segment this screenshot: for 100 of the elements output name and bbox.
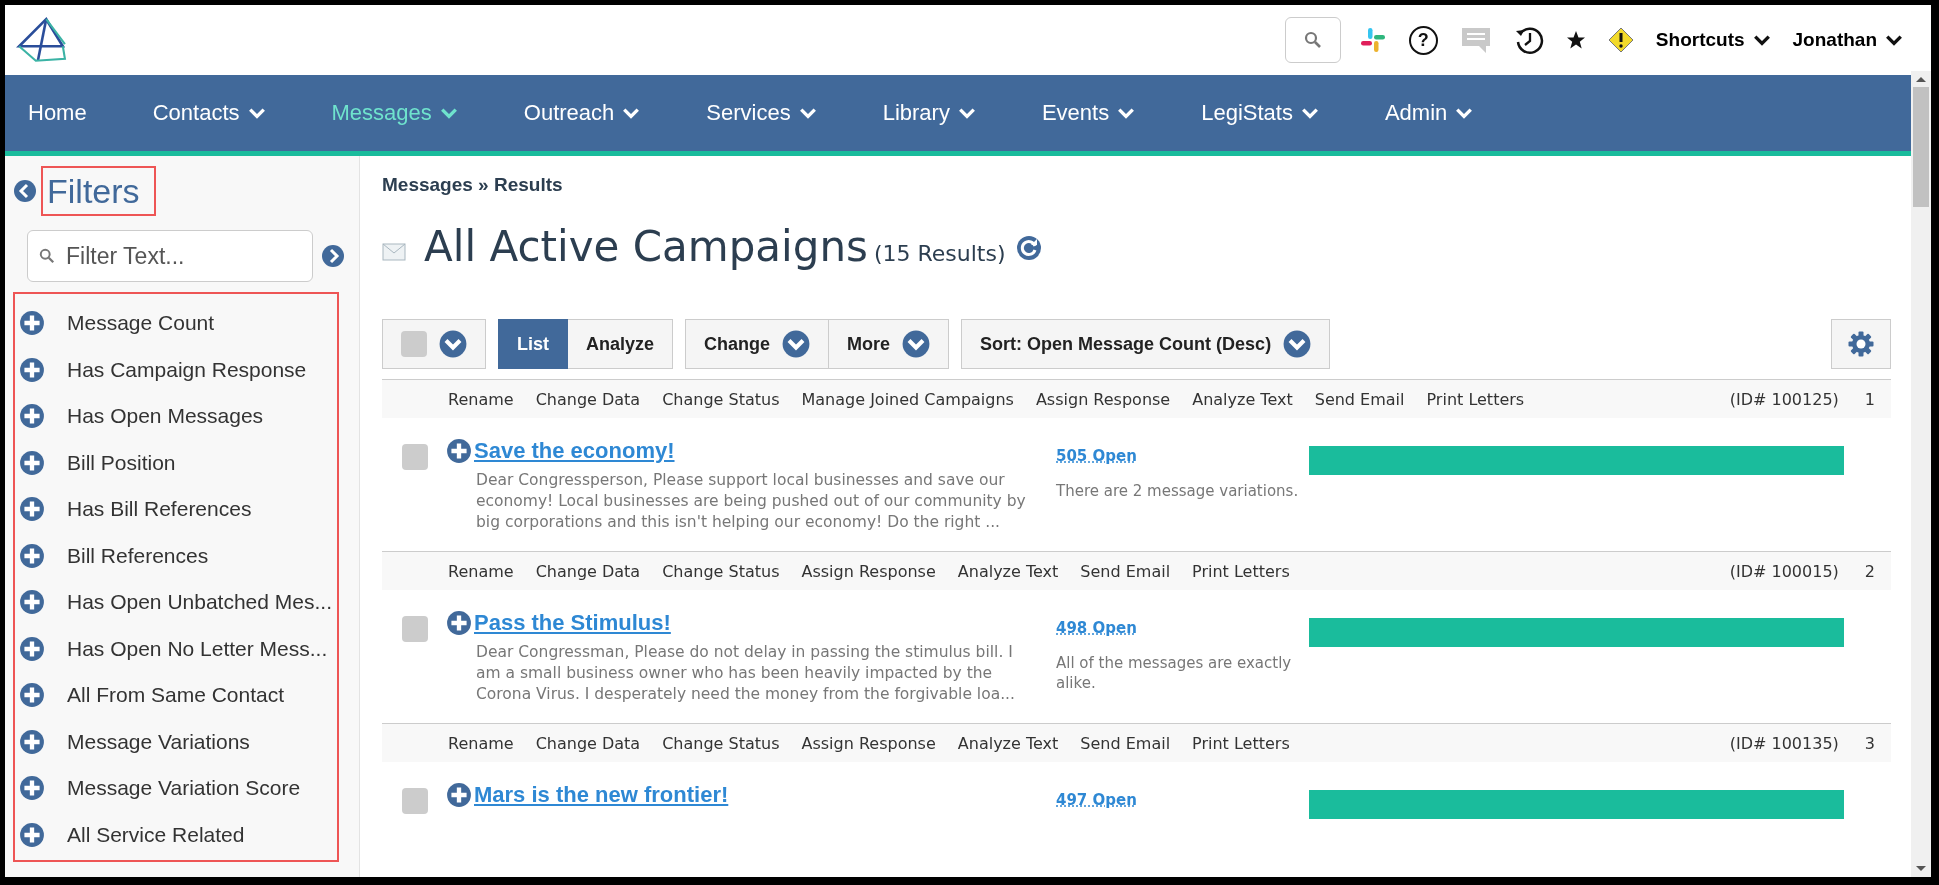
select-all-dropdown[interactable] (382, 319, 486, 369)
action-link[interactable]: Change Status (662, 561, 780, 581)
nav-item[interactable]: Library (882, 100, 976, 126)
breadcrumb: Messages » Results (382, 174, 564, 196)
checkbox[interactable] (401, 331, 427, 357)
go-icon[interactable] (321, 244, 345, 268)
nav-item[interactable]: Home (28, 100, 87, 126)
filters-title: Filters (41, 166, 156, 216)
action-link[interactable]: Analyze Text (957, 561, 1059, 581)
open-count-link[interactable]: 498 Open (1056, 619, 1137, 637)
action-link[interactable]: Change Data (535, 733, 641, 753)
sort-dropdown[interactable]: Sort: Open Message Count (Desc) (961, 319, 1331, 369)
collapse-icon[interactable] (13, 179, 37, 203)
help-icon[interactable]: ? (1408, 25, 1438, 55)
checkbox[interactable] (402, 788, 428, 814)
action-link[interactable]: Manage Joined Campaigns (801, 389, 1014, 409)
filter-item[interactable]: Has Bill References (67, 497, 252, 522)
action-link[interactable]: Analyze Text (1192, 389, 1293, 409)
logo-icon[interactable] (15, 16, 67, 64)
refresh-icon[interactable] (1015, 235, 1042, 261)
action-link[interactable]: Print Letters (1426, 389, 1525, 409)
search-button[interactable] (1284, 17, 1341, 63)
add-icon[interactable] (19, 635, 45, 662)
filter-item[interactable]: Has Open No Letter Mess... (67, 636, 328, 661)
action-link[interactable]: Change Data (535, 389, 641, 409)
expand-icon[interactable] (446, 610, 472, 636)
scrollbar[interactable] (1911, 71, 1931, 877)
filter-item[interactable]: Has Campaign Response (67, 357, 307, 382)
open-count-link[interactable]: 497 Open (1056, 791, 1137, 809)
add-icon[interactable] (19, 775, 45, 802)
settings-button[interactable] (1831, 319, 1891, 369)
shortcuts-menu[interactable]: Shortcuts (1655, 29, 1771, 51)
add-icon[interactable] (19, 449, 45, 476)
nav-item[interactable]: Outreach (523, 100, 641, 126)
filter-item[interactable]: All From Same Contact (67, 683, 285, 708)
checkbox[interactable] (402, 616, 428, 642)
add-icon[interactable] (19, 728, 45, 755)
add-icon[interactable] (19, 310, 45, 337)
user-menu[interactable]: Jonathan (1792, 29, 1903, 51)
nav-item[interactable]: Events (1041, 100, 1136, 126)
chevron-down-icon (902, 330, 931, 358)
action-link[interactable]: Change Status (662, 389, 780, 409)
expand-icon[interactable] (446, 438, 472, 464)
action-link[interactable]: Assign Response (1035, 389, 1171, 409)
action-link[interactable]: Assign Response (801, 733, 936, 753)
action-link[interactable]: Change Status (662, 733, 780, 753)
action-link[interactable]: Rename (448, 561, 514, 581)
add-icon[interactable] (19, 542, 45, 569)
hash-icon[interactable] (1358, 26, 1387, 54)
filter-item[interactable]: Has Open Messages (67, 404, 264, 429)
message-excerpt: Dear Congressperson, Please support local businesses and save our economy! Local businesses are being pushed out of our community by big corporations and this isn't helping our economy! Do the right ... (476, 470, 1027, 533)
filter-item[interactable]: Message Variations (67, 729, 250, 754)
action-link[interactable]: Rename (448, 733, 514, 753)
filter-item[interactable]: Bill References (67, 543, 209, 568)
checkbox[interactable] (402, 444, 428, 470)
open-count-link[interactable]: 505 Open (1056, 447, 1137, 465)
campaign-title-link[interactable]: Pass the Stimulus! (474, 610, 671, 636)
action-link[interactable]: Change Data (535, 561, 641, 581)
campaign-title-link[interactable]: Mars is the new frontier! (474, 782, 729, 808)
add-icon[interactable] (19, 821, 45, 848)
add-icon[interactable] (19, 589, 45, 616)
star-icon[interactable] (1565, 30, 1586, 50)
add-icon[interactable] (19, 403, 45, 430)
filter-item[interactable]: Has Open Unbatched Mes... (67, 590, 332, 615)
action-link[interactable]: Send Email (1080, 561, 1171, 581)
action-link[interactable]: Analyze Text (957, 733, 1059, 753)
nav-item[interactable]: Messages (331, 100, 458, 126)
view-tab[interactable]: Analyze (568, 319, 674, 369)
change-dropdown[interactable]: Change (685, 319, 830, 369)
scroll-down-icon[interactable] (1915, 865, 1927, 873)
scrollbar-thumb[interactable] (1913, 87, 1929, 207)
chevron-down-icon (782, 330, 811, 358)
scroll-up-icon[interactable] (1915, 75, 1927, 83)
campaign-title-link[interactable]: Save the economy! (474, 438, 675, 464)
action-link[interactable]: Print Letters (1192, 561, 1290, 581)
add-icon[interactable] (19, 356, 45, 383)
variation-note: There are 2 message variations. (1056, 481, 1300, 501)
nav-item[interactable]: Admin (1384, 100, 1474, 126)
nav-item[interactable]: LegiStats (1201, 100, 1319, 126)
view-tab[interactable]: List (498, 319, 568, 369)
action-link[interactable]: Assign Response (801, 561, 936, 581)
more-dropdown[interactable]: More (829, 319, 950, 369)
nav-item[interactable]: Contacts (152, 100, 266, 126)
chevron-down-icon (1885, 33, 1903, 47)
action-link[interactable]: Rename (448, 389, 514, 409)
warning-icon[interactable] (1607, 27, 1634, 53)
expand-icon[interactable] (446, 782, 472, 808)
action-link[interactable]: Send Email (1314, 389, 1405, 409)
action-link[interactable]: Send Email (1080, 733, 1171, 753)
add-icon[interactable] (19, 496, 45, 523)
filter-item[interactable]: All Service Related (67, 822, 245, 847)
campaign-id: (ID# 100125) (1729, 389, 1839, 409)
action-link[interactable]: Print Letters (1192, 733, 1290, 753)
nav-item[interactable]: Services (706, 100, 817, 126)
filter-item[interactable]: Message Variation Score (67, 776, 301, 801)
filter-item[interactable]: Bill Position (67, 450, 176, 475)
filter-search-field[interactable]: Filter Text... (27, 230, 313, 282)
filter-item[interactable]: Message Count (67, 311, 215, 336)
chevron-down-icon (439, 330, 467, 358)
add-icon[interactable] (19, 682, 45, 709)
